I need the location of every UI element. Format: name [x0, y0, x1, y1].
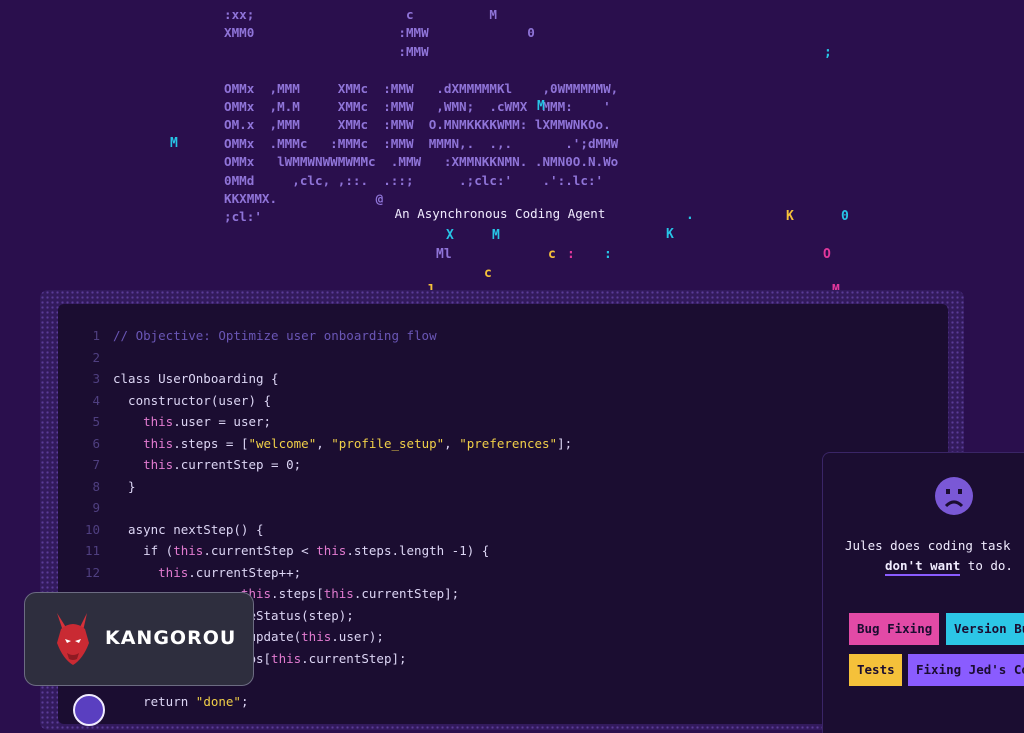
- feedback-card: [822, 452, 1024, 733]
- line-number: 10: [84, 521, 100, 537]
- code-line: 10 async nextStep() {: [58, 519, 572, 541]
- line-number: 8: [92, 478, 100, 494]
- code-text: if (this.currentStep < this.steps.length…: [113, 543, 490, 558]
- line-number: 11: [84, 543, 100, 558]
- ascii-glyph: O: [823, 247, 831, 262]
- chip-bug-fixing[interactable]: Bug Fixing: [849, 613, 939, 645]
- tagline: An Asynchronous Coding Agent: [394, 206, 606, 221]
- line-number: 4: [92, 392, 100, 408]
- code-line: 5 this.user = user;: [58, 411, 572, 433]
- feedback-line-1: Jules does coding task: [845, 538, 1011, 553]
- line-number: 9: [92, 500, 100, 515]
- feedback-line-2-rest: to do.: [960, 558, 1013, 573]
- ascii-glyph: M: [170, 136, 178, 151]
- ascii-glyph: :: [604, 247, 612, 262]
- code-line: 8 }: [58, 476, 572, 498]
- code-text: this.steps = ["welcome", "profile_setup"…: [143, 435, 573, 451]
- code-text: this.user = user;: [143, 414, 272, 429]
- ascii-glyph: c: [548, 247, 556, 262]
- sad-face-icon: [935, 477, 973, 515]
- chip-fixing-code[interactable]: Fixing Jed's Co: [908, 654, 1024, 686]
- code-text: }: [113, 478, 136, 494]
- code-text: // Objective: Optimize user onboarding f…: [113, 328, 437, 343]
- avatar[interactable]: [73, 694, 105, 726]
- code-line: return "done";: [58, 691, 572, 713]
- code-text: constructor(user) {: [113, 392, 272, 408]
- line-number: 2: [92, 349, 100, 365]
- code-line: 12 this.currentStep++;: [58, 562, 572, 584]
- code-line: 1 // Objective: Optimize user onboarding …: [58, 325, 572, 347]
- watermark-brand: KANGOROU: [105, 627, 237, 649]
- code-line: 3 class UserOnboarding {: [58, 368, 572, 390]
- ascii-glyph: :: [567, 247, 575, 262]
- line-number: 5: [92, 414, 100, 429]
- chip-tests[interactable]: Tests: [849, 654, 902, 686]
- hero-banner: :xx; c M XMM0 :MMW 0 :MMW OMMx ,MMM XMMc…: [0, 0, 1024, 300]
- code-line: 9: [58, 497, 572, 519]
- code-line: 6 this.steps = ["welcome", "profile_setu…: [58, 433, 572, 455]
- kangaroo-logo-icon: [57, 613, 89, 665]
- line-number: 7: [92, 457, 100, 472]
- code-text: return "done";: [113, 693, 249, 709]
- feedback-emphasis: don't want: [885, 558, 961, 576]
- ascii-glyph: M: [537, 99, 545, 114]
- ascii-glyph: c: [484, 266, 492, 281]
- line-number: 3: [92, 371, 100, 386]
- code-text: async nextStep() {: [113, 521, 264, 537]
- ascii-glyph: Ml: [436, 247, 452, 262]
- code-text: class UserOnboarding {: [113, 371, 279, 386]
- ascii-glyph: X: [446, 228, 454, 243]
- line-number: 12: [84, 564, 100, 580]
- line-number: 1: [92, 328, 100, 343]
- ascii-glyph: ;: [824, 45, 832, 60]
- feedback-text: Jules does coding task don't want to do.: [845, 536, 1024, 576]
- code-line: 4 constructor(user) {: [58, 390, 572, 412]
- code-line: 11 if (this.currentStep < this.steps.len…: [58, 540, 572, 562]
- watermark-badge: KANGOROU: [24, 592, 254, 686]
- code-text: this.currentStep = 0;: [143, 457, 302, 472]
- code-line: 7 this.currentStep = 0;: [58, 454, 572, 476]
- chip-version-bumps[interactable]: Version Bu: [946, 613, 1024, 645]
- ascii-logo: :xx; c M XMM0 :MMW 0 :MMW OMMx ,MMM XMMc…: [224, 7, 619, 225]
- ascii-glyph: K: [666, 227, 674, 242]
- line-number: 6: [92, 435, 100, 451]
- code-text: this.currentStep++;: [158, 564, 302, 580]
- ascii-glyph: M: [492, 228, 500, 243]
- feedback-line-2: don't want to do.: [845, 556, 1024, 576]
- code-line: 2: [58, 347, 572, 369]
